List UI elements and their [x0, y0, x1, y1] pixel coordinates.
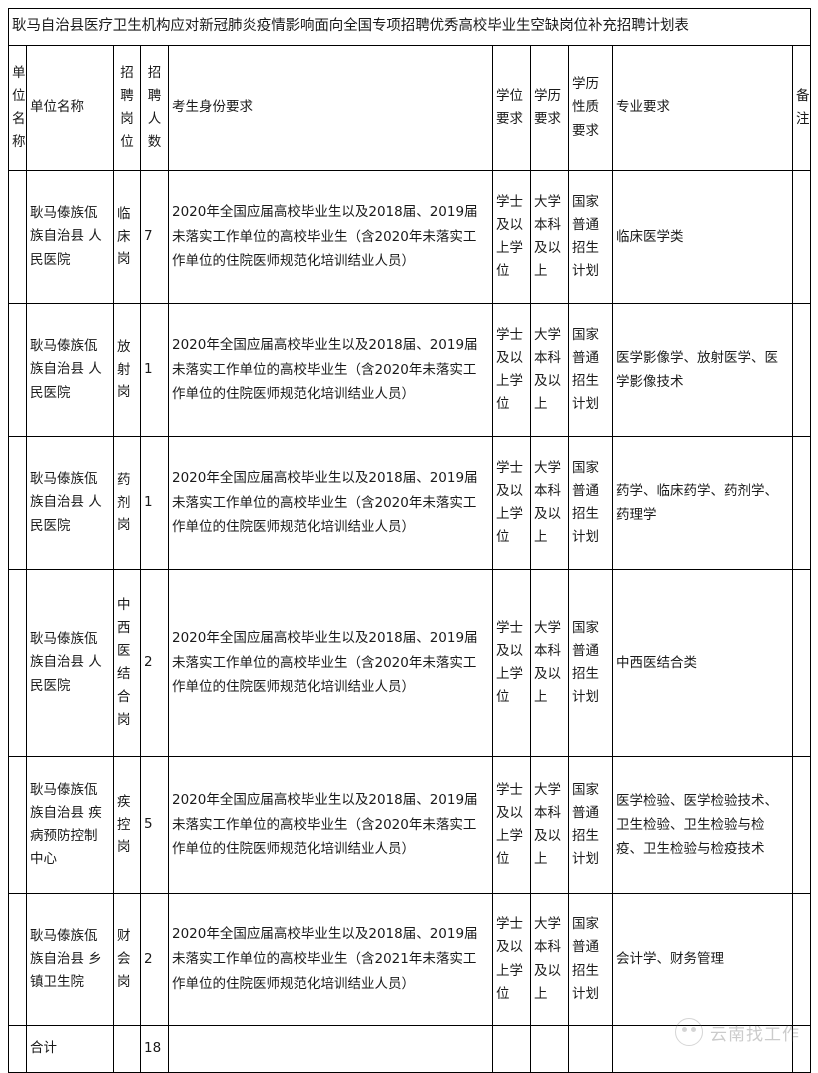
total-major-cell [612, 1025, 793, 1073]
cell-major: 医学影像学、放射医学、医学影像技术 [612, 303, 793, 437]
row-index-cell [8, 756, 27, 894]
table-row: 耿马傣族佤族自治县 人民医院 药剂岗 1 2020年全国应届高校毕业生以及201… [8, 436, 812, 570]
recruitment-plan-table: 耿马自治县医疗卫生机构应对新冠肺炎疫情影响面向全国专项招聘优秀高校毕业生空缺岗位… [7, 8, 812, 1073]
cell-remark [791, 303, 812, 437]
cell-nature: 国家普通招生计划 [568, 893, 613, 1026]
header-unit-name-vertical: 单位名称 [8, 45, 27, 171]
header-education-nature-requirement: 学历性质要求 [568, 45, 613, 171]
cell-degree: 学士及以上学位 [492, 303, 531, 437]
total-count: 18 [140, 1025, 169, 1073]
cell-major: 临床医学类 [612, 170, 793, 304]
cell-candidate: 2020年全国应届高校毕业生以及2018届、2019届未落实工作单位的高校毕业生… [168, 569, 493, 757]
header-recruit-post: 招聘岗位 [113, 45, 141, 171]
cell-degree: 学士及以上学位 [492, 756, 531, 894]
cell-candidate: 2020年全国应届高校毕业生以及2018届、2019届未落实工作单位的高校毕业生… [168, 170, 493, 304]
cell-degree: 学士及以上学位 [492, 170, 531, 304]
cell-nature: 国家普通招生计划 [568, 170, 613, 304]
cell-nature: 国家普通招生计划 [568, 569, 613, 757]
cell-count: 1 [140, 303, 169, 437]
cell-major: 会计学、财务管理 [612, 893, 793, 1026]
cell-nature: 国家普通招生计划 [568, 756, 613, 894]
cell-remark [791, 569, 812, 757]
cell-count: 1 [140, 436, 169, 570]
cell-count: 2 [140, 893, 169, 1026]
row-index-cell [8, 303, 27, 437]
cell-candidate: 2020年全国应届高校毕业生以及2018届、2019届未落实工作单位的高校毕业生… [168, 893, 493, 1026]
cell-degree: 学士及以上学位 [492, 893, 531, 1026]
header-degree-requirement: 学位要求 [492, 45, 531, 171]
cell-unit: 耿马傣族佤族自治县 疾病预防控制中心 [26, 756, 114, 894]
cell-post: 疾控岗 [113, 756, 141, 894]
total-label: 合计 [26, 1025, 114, 1073]
cell-remark [791, 893, 812, 1026]
header-recruit-count: 招聘人数 [140, 45, 169, 171]
total-row: 合计 18 [8, 1025, 812, 1073]
cell-post: 药剂岗 [113, 436, 141, 570]
cell-remark [791, 170, 812, 304]
cell-major: 药学、临床药学、药剂学、药理学 [612, 436, 793, 570]
cell-major: 中西医结合类 [612, 569, 793, 757]
total-post-cell [113, 1025, 141, 1073]
table-row: 耿马傣族佤族自治县 人民医院 中西医结合岗 2 2020年全国应届高校毕业生以及… [8, 569, 812, 757]
cell-nature: 国家普通招生计划 [568, 303, 613, 437]
cell-unit: 耿马傣族佤族自治县 人民医院 [26, 170, 114, 304]
row-index-cell [8, 893, 27, 1026]
table-row: 耿马傣族佤族自治县 人民医院 放射岗 1 2020年全国应届高校毕业生以及201… [8, 303, 812, 437]
row-index-cell [8, 569, 27, 757]
header-candidate-requirement: 考生身份要求 [168, 45, 493, 171]
cell-major: 医学检验、医学检验技术、卫生检验、卫生检验与检疫、卫生检验与检疫技术 [612, 756, 793, 894]
cell-remark [791, 756, 812, 894]
cell-unit: 耿马傣族佤族自治县 人民医院 [26, 303, 114, 437]
cell-education: 大学本科及以上 [530, 303, 569, 437]
cell-unit: 耿马傣族佤族自治县 人民医院 [26, 436, 114, 570]
cell-count: 5 [140, 756, 169, 894]
title-row: 耿马自治县医疗卫生机构应对新冠肺炎疫情影响面向全国专项招聘优秀高校毕业生空缺岗位… [7, 8, 812, 46]
cell-count: 7 [140, 170, 169, 304]
cell-education: 大学本科及以上 [530, 569, 569, 757]
row-index-cell [8, 170, 27, 304]
header-unit-name: 单位名称 [26, 45, 114, 171]
header-education-requirement: 学历要求 [530, 45, 569, 171]
cell-degree: 学士及以上学位 [492, 569, 531, 757]
cell-degree: 学士及以上学位 [492, 436, 531, 570]
row-index-cell [8, 436, 27, 570]
cell-education: 大学本科及以上 [530, 756, 569, 894]
row-index-cell [8, 1025, 27, 1073]
cell-post: 财会岗 [113, 893, 141, 1026]
table-row: 耿马傣族佤族自治县 疾病预防控制中心 疾控岗 5 2020年全国应届高校毕业生以… [8, 756, 812, 894]
cell-count: 2 [140, 569, 169, 757]
cell-education: 大学本科及以上 [530, 893, 569, 1026]
cell-post: 放射岗 [113, 303, 141, 437]
cell-unit: 耿马傣族佤族自治县 乡镇卫生院 [26, 893, 114, 1026]
cell-education: 大学本科及以上 [530, 170, 569, 304]
header-remark: 备注 [791, 45, 812, 171]
header-major-requirement: 专业要求 [612, 45, 793, 171]
cell-remark [791, 436, 812, 570]
total-candidate-cell [168, 1025, 493, 1073]
cell-candidate: 2020年全国应届高校毕业生以及2018届、2019届未落实工作单位的高校毕业生… [168, 756, 493, 894]
table-row: 耿马傣族佤族自治县 人民医院 临床岗 7 2020年全国应届高校毕业生以及201… [8, 170, 812, 304]
spreadsheet-sheet: 耿马自治县医疗卫生机构应对新冠肺炎疫情影响面向全国专项招聘优秀高校毕业生空缺岗位… [7, 8, 812, 1073]
cell-nature: 国家普通招生计划 [568, 436, 613, 570]
cell-unit: 耿马傣族佤族自治县 人民医院 [26, 569, 114, 757]
total-remark-cell [791, 1025, 812, 1073]
cell-post: 中西医结合岗 [113, 569, 141, 757]
total-nature-cell [568, 1025, 613, 1073]
cell-candidate: 2020年全国应届高校毕业生以及2018届、2019届未落实工作单位的高校毕业生… [168, 436, 493, 570]
cell-candidate: 2020年全国应届高校毕业生以及2018届、2019届未落实工作单位的高校毕业生… [168, 303, 493, 437]
total-degree-cell [492, 1025, 531, 1073]
cell-post: 临床岗 [113, 170, 141, 304]
total-education-cell [530, 1025, 569, 1073]
page-title: 耿马自治县医疗卫生机构应对新冠肺炎疫情影响面向全国专项招聘优秀高校毕业生空缺岗位… [7, 8, 812, 46]
cell-education: 大学本科及以上 [530, 436, 569, 570]
table-row: 耿马傣族佤族自治县 乡镇卫生院 财会岗 2 2020年全国应届高校毕业生以及20… [8, 893, 812, 1026]
table-header-row: 单位名称 单位名称 招聘岗位 招聘人数 考生身份要求 学位要求 学历要求 学历性… [8, 45, 812, 171]
